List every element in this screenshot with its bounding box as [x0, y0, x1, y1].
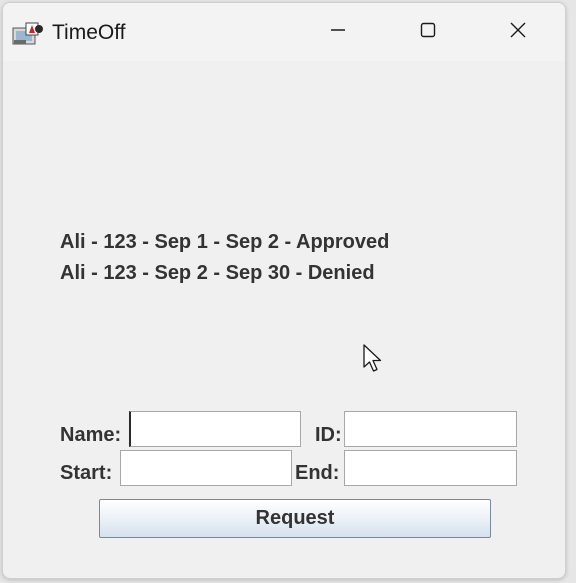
maximize-icon — [418, 20, 438, 45]
title-bar[interactable]: TimeOff — [3, 3, 565, 61]
close-button[interactable] — [473, 3, 563, 61]
start-field[interactable] — [120, 450, 292, 486]
start-label: Start: — [60, 462, 113, 484]
id-label: ID: — [315, 424, 342, 446]
java-app-icon — [12, 20, 46, 46]
end-label: End: — [295, 462, 340, 484]
id-field[interactable] — [344, 411, 517, 447]
app-window: TimeOff Ali - 123 - Sep 1 - Sep 2 - Appr… — [2, 2, 566, 579]
end-field[interactable] — [344, 450, 517, 486]
minimize-button[interactable] — [293, 3, 383, 61]
maximize-button[interactable] — [383, 3, 473, 61]
close-icon — [508, 20, 528, 45]
name-label: Name: — [60, 424, 122, 446]
request-list-item: Ali - 123 - Sep 1 - Sep 2 - Approved — [60, 231, 390, 253]
minimize-icon — [328, 20, 348, 45]
request-button[interactable]: Request — [99, 499, 491, 538]
window-title: TimeOff — [52, 21, 126, 44]
mouse-pointer-icon — [363, 344, 385, 376]
request-list-item: Ali - 123 - Sep 2 - Sep 30 - Denied — [60, 262, 375, 284]
name-field[interactable] — [129, 411, 301, 447]
